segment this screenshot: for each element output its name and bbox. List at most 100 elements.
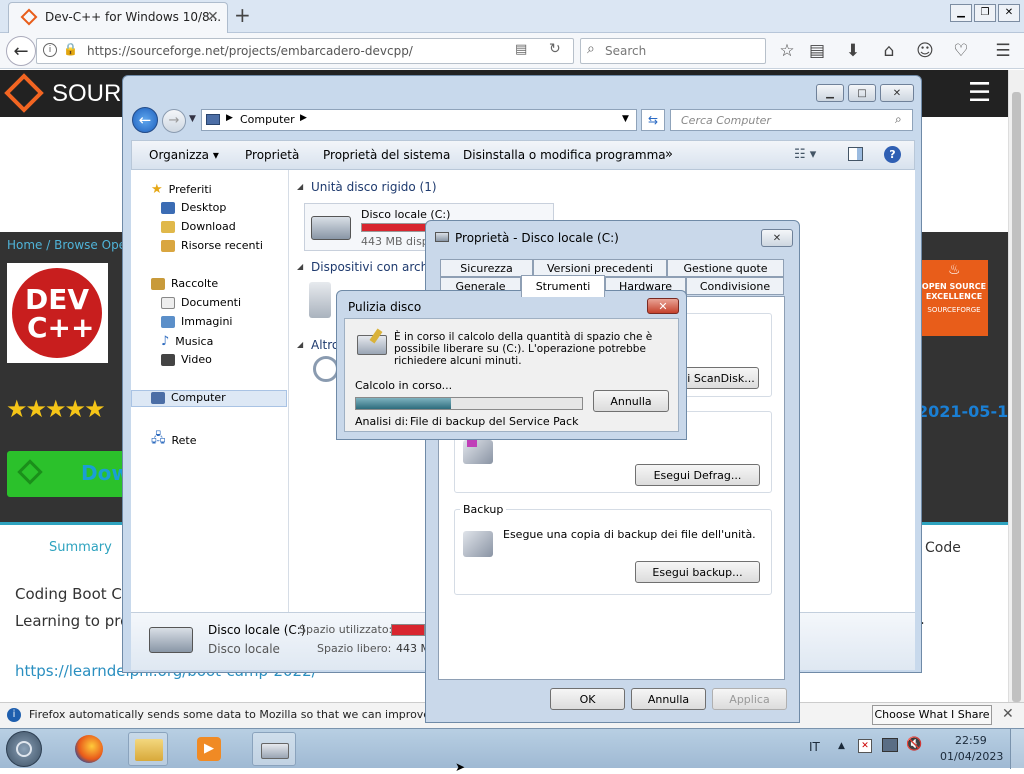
- collapse-arrow-icon[interactable]: ◢: [297, 182, 303, 191]
- explorer-search-input[interactable]: Cerca Computer ⌕: [670, 109, 913, 131]
- nav-musica[interactable]: ♪ Musica: [161, 334, 213, 349]
- explorer-forward-button[interactable]: →: [162, 109, 186, 133]
- release-date: 2021-05-19: [917, 402, 1020, 421]
- breadcrumb-arrow-icon[interactable]: ▶: [300, 113, 307, 123]
- window-close-button[interactable]: ✕: [998, 4, 1020, 22]
- nav-immagini[interactable]: Immagini: [161, 315, 232, 328]
- search-icon: ⌕: [895, 112, 902, 126]
- scrollbar-thumb[interactable]: [1012, 92, 1021, 702]
- bookmarks-list-icon[interactable]: ▤: [804, 38, 830, 64]
- tab-close-icon[interactable]: ✕: [207, 9, 219, 25]
- tab-strumenti[interactable]: Strumenti: [521, 275, 605, 297]
- refresh-button[interactable]: ⇆: [641, 109, 665, 131]
- nav-desktop[interactable]: Desktop: [161, 201, 226, 214]
- pocket-icon[interactable]: ♡: [948, 38, 974, 64]
- explorer-close-button[interactable]: ✕: [880, 84, 914, 102]
- taskbar: ▶ IT ▲ ✕ 🔇 22:59 01/04/2023: [0, 728, 1024, 769]
- language-indicator[interactable]: IT: [809, 740, 820, 754]
- backup-button[interactable]: Esegui backup...: [635, 561, 760, 583]
- tab-gestione-quote[interactable]: Gestione quote: [667, 259, 784, 277]
- scandisk-button[interactable]: i ScanDisk...: [683, 367, 759, 389]
- sourceforge-logo-icon[interactable]: [4, 73, 44, 113]
- nav-video[interactable]: Video: [161, 353, 212, 366]
- nav-documenti[interactable]: Documenti: [161, 296, 241, 309]
- collapse-arrow-icon[interactable]: ◢: [297, 340, 303, 349]
- removable-drive-icon[interactable]: [309, 282, 331, 318]
- download-button[interactable]: Dow: [7, 451, 130, 497]
- more-commands-button[interactable]: »: [665, 147, 673, 162]
- search-icon: ⌕: [587, 41, 595, 57]
- tab-sicurezza[interactable]: Sicurezza: [440, 259, 533, 277]
- clock-time[interactable]: 22:59: [955, 734, 987, 747]
- cleanup-close-button[interactable]: ✕: [647, 298, 679, 314]
- summary-tab[interactable]: Summary: [49, 540, 112, 555]
- address-dropdown-icon[interactable]: ▼: [622, 114, 629, 124]
- notification-close-icon[interactable]: ✕: [1002, 706, 1014, 722]
- preview-pane-icon[interactable]: [848, 147, 863, 161]
- defrag-button[interactable]: Esegui Defrag...: [635, 464, 760, 486]
- cleanup-progress-bar: [355, 397, 583, 410]
- show-hidden-icons[interactable]: ▲: [838, 741, 845, 751]
- description-line2: Learning to prog: [15, 612, 139, 630]
- browser-tab[interactable]: Dev-C++ for Windows 10/8... ✕: [8, 2, 228, 33]
- organizza-button[interactable]: Organizza ▾: [149, 148, 219, 162]
- downloads-icon[interactable]: ⬇: [840, 38, 866, 64]
- group-header-removable[interactable]: Dispositivi con arch: [311, 260, 428, 274]
- nav-computer[interactable]: Computer: [151, 391, 226, 404]
- tab-condivisione[interactable]: Condivisione: [686, 277, 784, 295]
- show-desktop-button[interactable]: [1010, 729, 1024, 769]
- proprieta-sistema-button[interactable]: Proprietà del sistema: [323, 148, 450, 162]
- recent-pages-icon[interactable]: ▼: [189, 114, 196, 124]
- network-tray-icon[interactable]: [882, 738, 898, 752]
- hamburger-menu-icon[interactable]: ☰: [968, 78, 991, 108]
- search-bar[interactable]: ⌕ Search: [580, 38, 766, 64]
- taskbar-explorer[interactable]: [128, 732, 168, 766]
- explorer-minimize-button[interactable]: ▁: [816, 84, 844, 102]
- start-button[interactable]: [6, 731, 42, 767]
- explorer-maximize-button[interactable]: □: [848, 84, 876, 102]
- info-icon[interactable]: i: [43, 43, 57, 57]
- clock-date[interactable]: 01/04/2023: [940, 750, 1003, 763]
- action-center-icon[interactable]: ✕: [858, 739, 872, 753]
- proprieta-button[interactable]: Proprietà: [245, 148, 299, 162]
- help-icon[interactable]: ?: [884, 146, 901, 163]
- ok-button[interactable]: OK: [550, 688, 625, 710]
- url-bar[interactable]: i 🔒 https://sourceforge.net/projects/emb…: [36, 38, 574, 64]
- taskbar-media-player[interactable]: ▶: [190, 732, 230, 766]
- code-tab[interactable]: Code: [925, 540, 961, 556]
- view-options-icon[interactable]: ☷ ▾: [794, 147, 816, 162]
- breadcrumb[interactable]: Home / Browse Open: [7, 238, 134, 252]
- volume-muted-icon[interactable]: 🔇: [906, 737, 922, 752]
- new-tab-button[interactable]: +: [234, 3, 251, 27]
- back-button[interactable]: ←: [6, 36, 36, 66]
- collapse-arrow-icon[interactable]: ◢: [297, 262, 303, 271]
- bookmark-star-icon[interactable]: ☆: [774, 38, 800, 64]
- group-header-hdd[interactable]: Unità disco rigido (1): [311, 180, 437, 194]
- window-restore-button[interactable]: ❐: [974, 4, 996, 22]
- taskbar-firefox[interactable]: [70, 732, 108, 766]
- nav-risorse-recenti[interactable]: Risorse recenti: [161, 239, 263, 252]
- menu-icon[interactable]: ☰: [990, 38, 1016, 64]
- reload-icon[interactable]: ↻: [549, 41, 561, 57]
- disinstalla-button[interactable]: Disinstalla o modifica programma: [463, 148, 666, 162]
- reader-view-icon[interactable]: ▤: [515, 42, 527, 57]
- choose-what-i-share-button[interactable]: Choose What I Share: [872, 705, 992, 725]
- properties-close-button[interactable]: ✕: [761, 229, 793, 247]
- window-minimize-button[interactable]: ▁: [950, 4, 972, 22]
- page-scrollbar[interactable]: [1008, 70, 1024, 702]
- breadcrumb-arrow-icon[interactable]: ▶: [226, 113, 233, 123]
- address-bar[interactable]: ▶ Computer ▶ ▼: [201, 109, 637, 131]
- detail-disk-type: Disco locale: [208, 642, 280, 656]
- account-icon[interactable]: ☺: [912, 38, 938, 64]
- cleanup-cancel-button[interactable]: Annulla: [593, 390, 669, 412]
- cleanup-body: È in corso il calcolo della quantità di …: [344, 318, 679, 432]
- nav-rete[interactable]: 🖧 Rete: [151, 429, 197, 451]
- nav-preferiti[interactable]: ★ Preferiti: [151, 182, 212, 197]
- nav-download[interactable]: Download: [161, 220, 236, 233]
- explorer-back-button[interactable]: ←: [132, 107, 158, 133]
- cancel-button[interactable]: Annulla: [631, 688, 706, 710]
- nav-raccolte[interactable]: Raccolte: [151, 277, 218, 290]
- home-icon[interactable]: ⌂: [876, 38, 902, 64]
- taskbar-disk-cleanup[interactable]: [252, 732, 296, 766]
- address-text[interactable]: Computer: [240, 113, 295, 126]
